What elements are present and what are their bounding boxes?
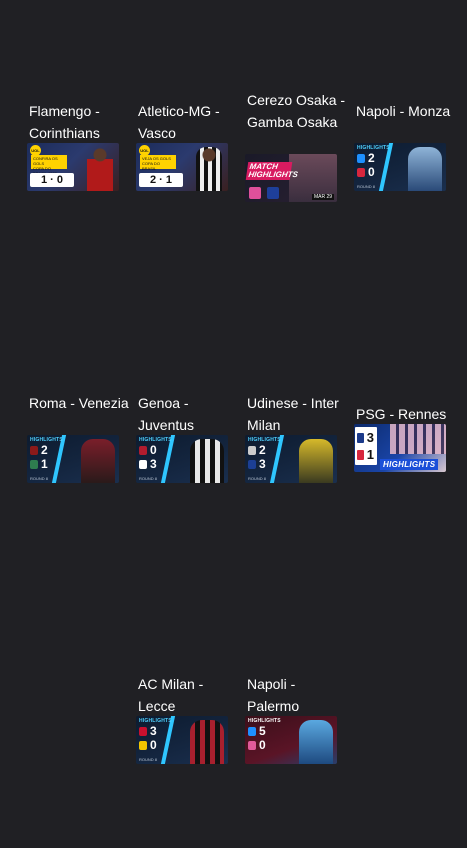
home-badge-icon <box>248 446 256 456</box>
home-score-row: 3 <box>356 430 376 446</box>
round-label: ROUND 8 <box>357 184 376 189</box>
home-score: 2 <box>368 151 375 165</box>
round-label: ROUND 8 <box>30 476 49 481</box>
rennes-badge-icon <box>357 450 364 460</box>
video-thumbnail[interactable]: 3 1 HIGHLIGHTS <box>354 424 446 472</box>
thumbnail-banner: VEJA OS GOLS COPA DO BRASIL <box>140 155 176 171</box>
away-score-row: 0 <box>248 738 276 752</box>
video-title: Atletico-MG - Vasco <box>138 103 220 141</box>
home-score-row: 0 <box>139 443 167 457</box>
away-score: 3 <box>259 457 266 471</box>
away-score-row: 1 <box>30 457 58 471</box>
video-thumbnail[interactable]: HIGHLIGHTS 3 0 ROUND 8 <box>136 716 228 764</box>
thumbnail-tag: COPA DO BRASIL <box>142 161 160 171</box>
scoreboard: 3 1 <box>355 427 377 465</box>
away-score-row: 3 <box>139 457 167 471</box>
away-badge-icon <box>139 741 147 751</box>
away-badge-icon <box>30 460 38 470</box>
cerezo-logo-icon <box>249 187 261 199</box>
round-label: ROUND 8 <box>139 757 158 762</box>
away-score: 3 <box>150 457 157 471</box>
away-score-row: 0 <box>357 165 385 179</box>
video-title: PSG - Rennes <box>356 406 447 422</box>
away-score-row: 1 <box>356 447 376 463</box>
match-highlights-label: MATCH HIGHLIGHTS <box>245 162 298 180</box>
player-photo <box>408 147 442 191</box>
round-label: ROUND 8 <box>139 476 158 481</box>
match-date: MAR 29 <box>311 194 334 200</box>
video-thumbnail[interactable]: UOL CONFIRA OS GOLSCOPA DO BRASIL 2025 1… <box>27 143 119 191</box>
home-badge-icon <box>139 727 147 737</box>
home-badge-icon <box>139 446 147 456</box>
player-photo <box>190 720 224 764</box>
video-thumbnail[interactable]: UOL VEJA OS GOLS COPA DO BRASIL 2 · 1 <box>136 143 228 191</box>
gamba-logo-icon <box>267 187 279 199</box>
video-title: AC Milan - Lecce <box>138 676 204 714</box>
video-title: Genoa - Juventus <box>138 395 195 433</box>
home-score: 2 <box>259 443 266 457</box>
thumbnail-banner-text: CONFIRA OS GOLS <box>33 156 58 166</box>
club-logos <box>249 186 289 199</box>
video-grid: Flamengo - Corinthians UOL CONFIRA OS GO… <box>27 0 467 848</box>
video-title: Flamengo - Corinthians <box>29 103 100 141</box>
thumbnail-photo <box>390 424 446 454</box>
home-score: 5 <box>259 724 266 738</box>
psg-badge-icon <box>357 433 364 443</box>
player-photo <box>190 439 224 483</box>
highlights-label: HIGHLIGHTS <box>380 459 439 470</box>
player-photo <box>299 439 333 483</box>
video-title: Cerezo Osaka - Gamba Osaka <box>247 92 346 130</box>
video-thumbnail[interactable]: HIGHLIGHTS 0 3 ROUND 8 <box>136 435 228 483</box>
score-box: 2 · 1 <box>139 173 183 187</box>
home-score: 0 <box>150 443 157 457</box>
player-figure <box>87 147 113 191</box>
home-score-row: 2 <box>248 443 276 457</box>
video-thumbnail[interactable]: HIGHLIGHTS 2 1 ROUND 8 <box>27 435 119 483</box>
away-badge-icon <box>248 741 256 751</box>
player-photo <box>81 439 115 483</box>
video-thumbnail[interactable]: HIGHLIGHTS 5 0 <box>245 716 337 764</box>
home-score-row: 2 <box>30 443 58 457</box>
player-photo <box>299 720 333 764</box>
player-figure <box>196 147 222 191</box>
away-score: 0 <box>150 738 157 752</box>
score-box: 1 · 0 <box>30 173 74 187</box>
video-thumbnail[interactable]: HIGHLIGHTS 2 0 ROUND 8 <box>354 143 446 191</box>
round-label: ROUND 8 <box>248 476 267 481</box>
home-score-row: 2 <box>357 151 385 165</box>
home-score: 3 <box>366 430 374 445</box>
away-score-row: 3 <box>248 457 276 471</box>
home-badge-icon <box>30 446 38 456</box>
away-badge-icon <box>357 168 365 178</box>
video-title: Napoli - Monza <box>356 103 451 119</box>
away-score-row: 0 <box>139 738 167 752</box>
home-score-row: 5 <box>248 724 276 738</box>
away-score: 1 <box>41 457 48 471</box>
home-badge-icon <box>357 154 365 164</box>
home-score-row: 3 <box>139 724 167 738</box>
video-title: Udinese - Inter Milan <box>247 395 339 433</box>
away-score: 0 <box>368 165 375 179</box>
video-thumbnail[interactable]: MATCH HIGHLIGHTS MAR 29 <box>245 154 337 202</box>
video-thumbnail[interactable]: HIGHLIGHTS 2 3 ROUND 8 <box>245 435 337 483</box>
away-score: 1 <box>366 447 374 462</box>
home-score: 3 <box>150 724 157 738</box>
home-badge-icon <box>248 727 256 737</box>
away-badge-icon <box>139 460 147 470</box>
video-title: Napoli - Palermo <box>247 676 300 714</box>
away-score: 0 <box>259 738 266 752</box>
away-badge-icon <box>248 460 256 470</box>
video-title: Roma - Venezia <box>29 395 129 411</box>
home-score: 2 <box>41 443 48 457</box>
thumbnail-banner: CONFIRA OS GOLSCOPA DO BRASIL 2025 <box>31 155 67 176</box>
